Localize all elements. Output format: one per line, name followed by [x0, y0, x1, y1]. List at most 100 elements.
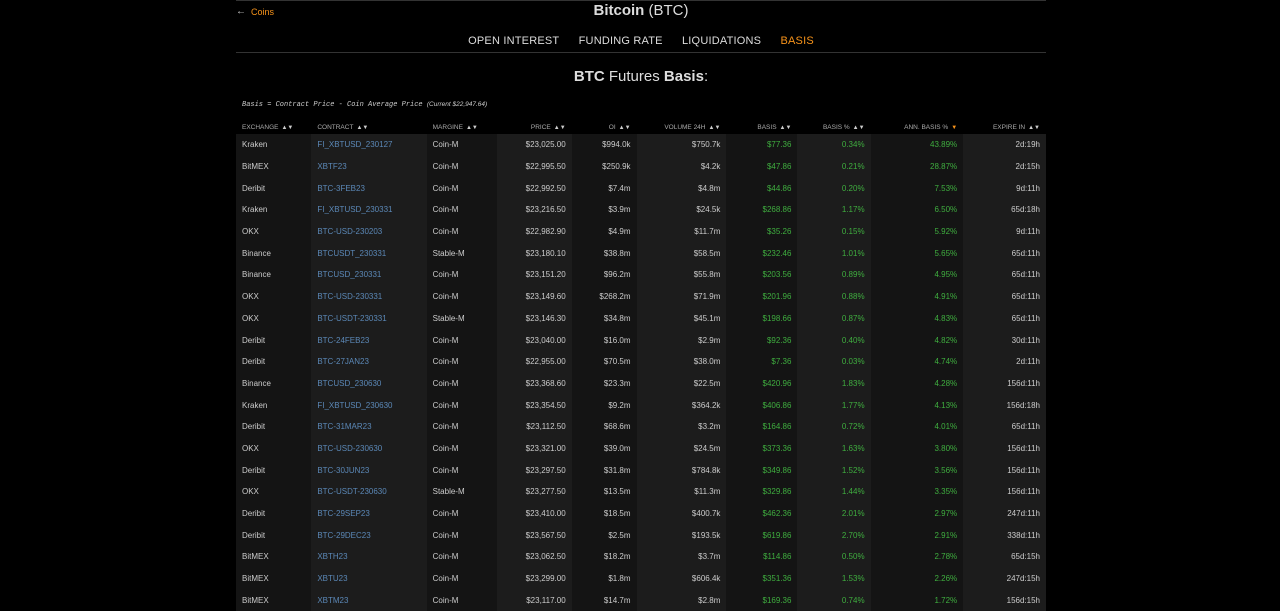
table-header-row: EXCHANGE ▲▼ CONTRACT ▲▼ MARGINE ▲▼ PRICE ▲▼ OI ▲▼…: [236, 121, 1046, 134]
cell-contract-link[interactable]: XBTF23: [311, 155, 427, 178]
cell-contract-link[interactable]: BTC-USD-230630: [311, 437, 427, 460]
section-colon: :: [703, 68, 709, 85]
section-title: BTC Futures Basis:: [236, 68, 1046, 85]
cell-margin: Coin-M: [426, 199, 498, 221]
tab-open-interest[interactable]: OPEN INTEREST: [468, 35, 559, 47]
cell-price: $23,567.50: [497, 524, 572, 547]
cell-oi: $250.9k: [571, 155, 637, 178]
cell-price: $22,992.50: [497, 177, 572, 200]
cell-margin: Stable-M: [426, 307, 498, 330]
cell-exchange: Kraken: [236, 134, 312, 156]
cell-expire: 65d:11h: [963, 264, 1046, 286]
cell-oi: $31.8m: [571, 459, 637, 481]
cell-basis-pct: 0.74%: [797, 589, 871, 611]
cell-volume: $3.7m: [636, 546, 727, 568]
cell-contract-link[interactable]: BTCUSDT_230331: [311, 242, 427, 265]
column-header-label: PRICE: [530, 124, 551, 131]
column-header-ann-basis[interactable]: ANN. BASIS % ▼: [871, 121, 964, 134]
cell-expire: 9d:11h: [963, 220, 1046, 243]
cell-ann-basis-pct: 43.89%: [870, 134, 964, 156]
cell-basis-pct: 0.40%: [797, 329, 871, 351]
cell-basis: $203.56: [726, 264, 798, 286]
cell-contract-link[interactable]: BTC-USD-230331: [311, 285, 427, 308]
cell-oi: $3.9m: [571, 199, 637, 221]
cell-contract-link[interactable]: FI_XBTUSD_230331: [311, 199, 427, 221]
cell-contract-link[interactable]: XBTH23: [311, 546, 427, 568]
tab-basis[interactable]: BASIS: [780, 35, 813, 47]
cell-exchange: Deribit: [236, 329, 312, 351]
column-header-exchange[interactable]: EXCHANGE ▲▼: [236, 121, 311, 134]
table-body: Kraken FI_XBTUSD_230127 Coin-M $23,025.00 $9…: [236, 134, 1046, 611]
cell-contract-link[interactable]: BTCUSD_230331: [311, 264, 427, 286]
cell-contract-link[interactable]: BTC-29DEC23: [311, 524, 427, 547]
cell-margin: Coin-M: [426, 567, 498, 590]
cell-exchange: BitMEX: [236, 155, 312, 178]
section-word: Basis: [663, 68, 704, 85]
cell-contract-link[interactable]: BTC-USD-230203: [311, 220, 427, 243]
tab-liquidations[interactable]: LIQUIDATIONS: [682, 35, 761, 47]
cell-contract-link[interactable]: BTC-29SEP23: [311, 502, 427, 525]
cell-basis-pct: 1.63%: [797, 437, 871, 460]
cell-contract-link[interactable]: BTC-3FEB23: [311, 177, 427, 200]
cell-margin: Stable-M: [426, 242, 498, 265]
cell-contract-link[interactable]: BTC-24FEB23: [311, 329, 427, 351]
cell-volume: $71.9m: [636, 285, 727, 308]
cell-basis: $351.36: [726, 567, 798, 590]
cell-expire: 65d:11h: [963, 307, 1046, 330]
cell-contract-link[interactable]: FI_XBTUSD_230630: [311, 394, 427, 416]
cell-volume: $58.5m: [636, 242, 727, 265]
cell-margin: Coin-M: [426, 415, 498, 438]
column-header-expire-in[interactable]: EXPIRE IN ▲▼: [963, 121, 1046, 134]
cell-contract-link[interactable]: BTCUSD_230630: [311, 372, 427, 395]
cell-volume: $364.2k: [636, 394, 727, 416]
cell-price: $23,410.00: [497, 502, 572, 525]
cell-exchange: Kraken: [236, 199, 312, 221]
cell-exchange: Deribit: [236, 177, 312, 200]
column-header-volume-24h[interactable]: VOLUME 24H ▲▼: [637, 121, 727, 134]
cell-volume: $2.8m: [636, 589, 727, 611]
cell-exchange: Deribit: [236, 502, 312, 525]
table-row: Deribit BTC-27JAN23 Coin-M $22,955.00 $70.5m…: [236, 350, 1046, 373]
cell-price: $23,149.60: [497, 285, 572, 308]
cell-contract-link[interactable]: BTC-USDT-230630: [311, 481, 427, 503]
column-header-contract[interactable]: CONTRACT ▲▼: [311, 121, 426, 134]
cell-expire: 2d:11h: [963, 350, 1046, 373]
cell-basis-pct: 1.01%: [797, 242, 871, 265]
cell-basis-pct: 2.70%: [797, 524, 871, 547]
cell-contract-link[interactable]: BTC-31MAR23: [311, 415, 427, 438]
column-header-price[interactable]: PRICE ▲▼: [497, 121, 571, 134]
cell-price: $23,297.50: [497, 459, 572, 481]
cell-margin: Coin-M: [426, 350, 498, 373]
tab-funding-rate[interactable]: FUNDING RATE: [579, 35, 663, 47]
cell-price: $23,025.00: [497, 134, 572, 156]
cell-contract-link[interactable]: FI_XBTUSD_230127: [311, 134, 427, 156]
cell-basis-pct: 1.44%: [797, 481, 871, 503]
cell-contract-link[interactable]: BTC-27JAN23: [311, 350, 427, 373]
cell-basis-pct: 1.83%: [797, 372, 871, 395]
cell-oi: $34.8m: [571, 307, 637, 330]
cell-contract-link[interactable]: XBTM23: [311, 589, 427, 611]
cell-expire: 65d:11h: [963, 242, 1046, 265]
cell-margin: Coin-M: [426, 372, 498, 395]
cell-expire: 2d:15h: [963, 155, 1046, 178]
sort-icon: ▲▼: [779, 125, 792, 131]
table-row: Kraken FI_XBTUSD_230331 Coin-M $23,216.50 $3…: [236, 199, 1046, 221]
cell-margin: Coin-M: [426, 437, 498, 460]
cell-contract-link[interactable]: XBTU23: [311, 567, 427, 590]
cell-basis: $329.86: [726, 481, 798, 503]
cell-basis-pct: 0.72%: [797, 415, 871, 438]
cell-contract-link[interactable]: BTC-30JUN23: [311, 459, 427, 481]
column-header-margine[interactable]: MARGINE ▲▼: [427, 121, 498, 134]
cell-basis-pct: 0.50%: [797, 546, 871, 568]
cell-basis-pct: 0.34%: [797, 134, 871, 156]
page-title: Bitcoin (BTC): [236, 2, 1046, 19]
cell-basis: $44.86: [726, 177, 798, 200]
coin-name: Bitcoin: [593, 2, 645, 19]
cell-margin: Stable-M: [426, 481, 498, 503]
cell-expire: 65d:11h: [963, 415, 1046, 438]
cell-contract-link[interactable]: BTC-USDT-230331: [311, 307, 427, 330]
column-header-basis[interactable]: BASIS % ▲▼: [797, 121, 870, 134]
column-header-oi[interactable]: OI ▲▼: [572, 121, 637, 134]
column-header-label: ANN. BASIS %: [904, 124, 949, 131]
column-header-basis[interactable]: BASIS ▲▼: [726, 121, 797, 134]
